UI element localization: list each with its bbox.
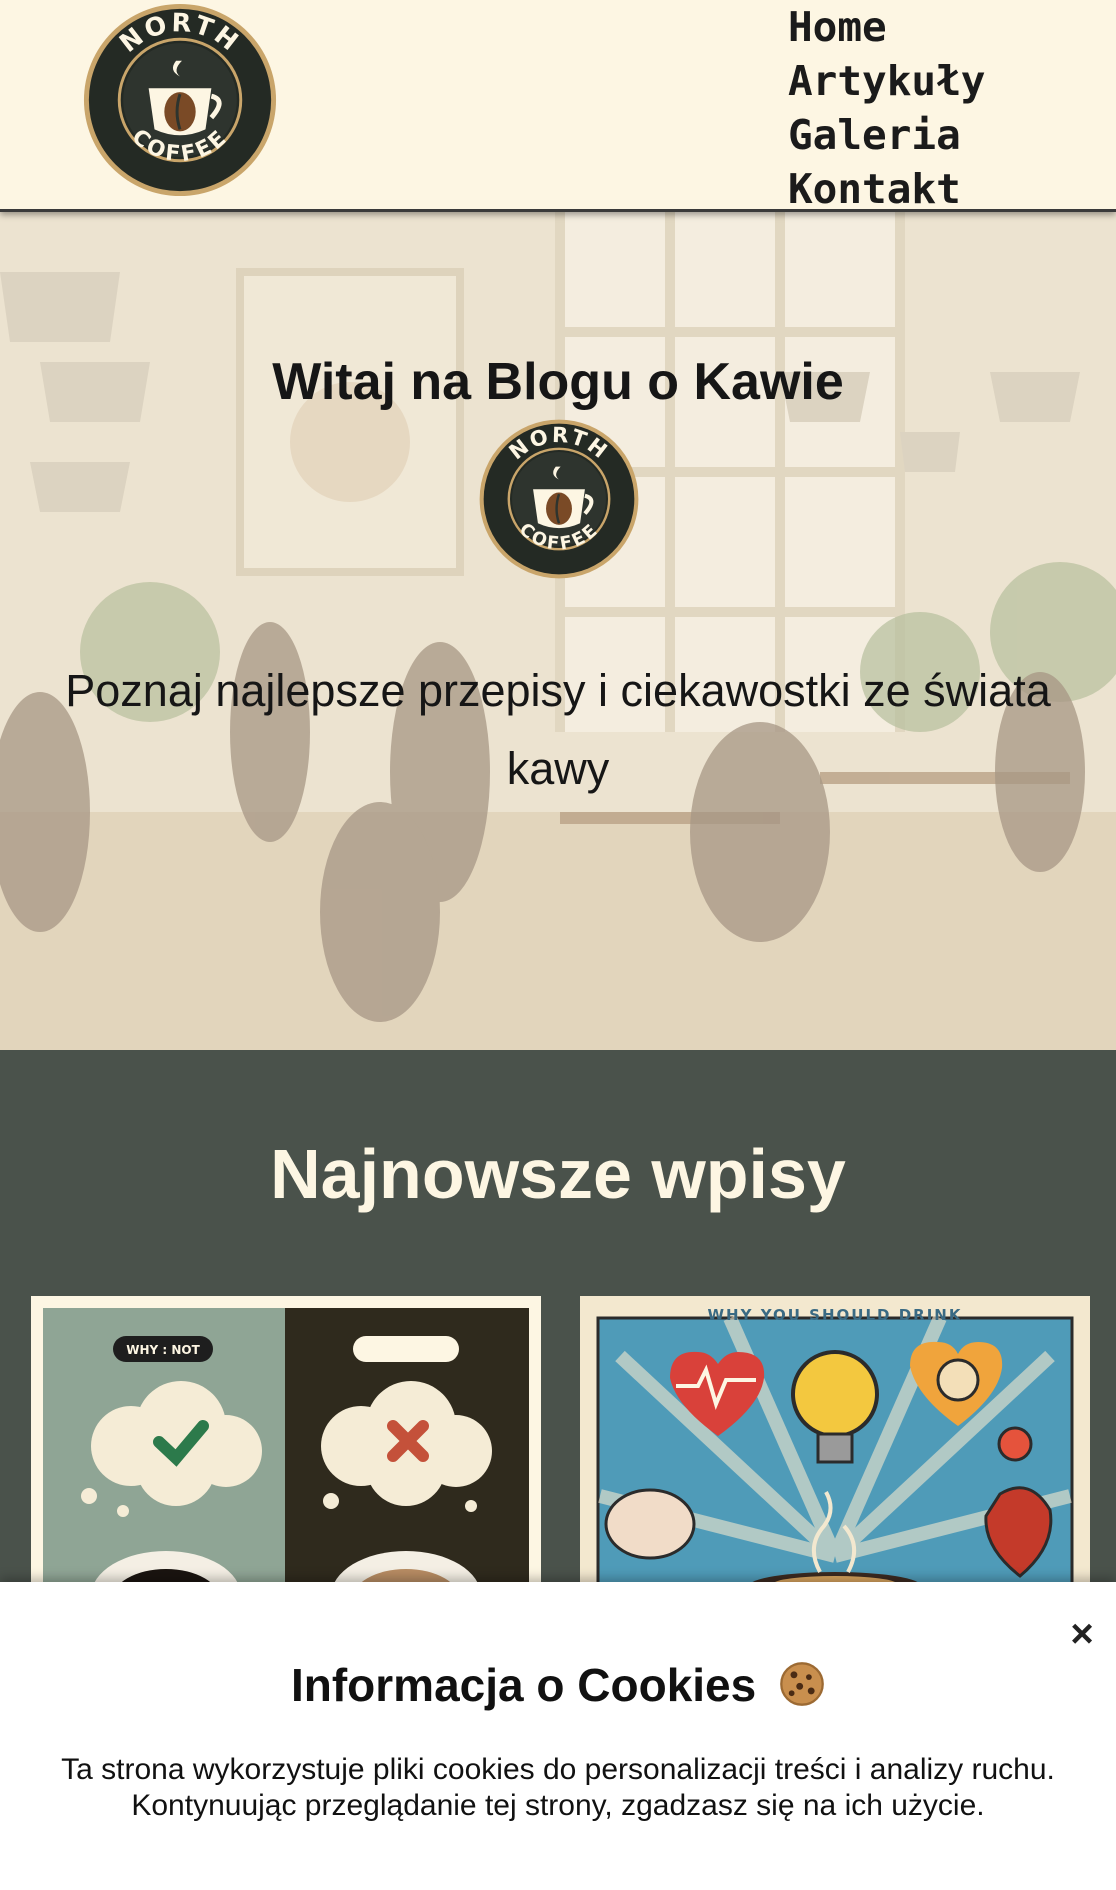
close-icon[interactable]: ×	[1062, 1614, 1102, 1654]
hero-subtitle-line2: kawy	[506, 743, 610, 794]
hero-subtitle: Poznaj najlepsze przepisy i ciekawostki …	[0, 652, 1116, 808]
cookie-icon	[780, 1662, 824, 1706]
north-coffee-logo[interactable]: NORTH COFFEE	[82, 2, 278, 198]
cafe-background-image	[0, 212, 1116, 1050]
hero-subtitle-line1: Poznaj najlepsze przepisy i ciekawostki …	[65, 665, 1051, 716]
post-card-why-drink[interactable]: WHY YOU SHOULD DRINK	[580, 1296, 1090, 1616]
cookie-text: Ta strona wykorzystuje pliki cookies do …	[20, 1752, 1096, 1824]
nav-contact[interactable]: Kontakt	[788, 162, 985, 216]
cookie-title: Informacja o Cookies	[0, 1658, 1116, 1712]
main-nav: Home Artykuły Galeria Kontakt	[788, 0, 985, 216]
cookie-text-line2: Kontynuując przeglądanie tej strony, zga…	[131, 1789, 985, 1822]
hero-section: Witaj na Blogu o Kawie NORTH COFFEE Pozn…	[0, 212, 1116, 1050]
cookie-title-text: Informacja o Cookies	[290, 1659, 757, 1711]
nav-gallery[interactable]: Galeria	[788, 108, 985, 162]
svg-text:WHY : NOT: WHY : NOT	[126, 1343, 200, 1357]
site-header: NORTH COFFEE Home Artykuły Galeria Konta…	[0, 0, 1116, 213]
cookie-text-line1: Ta strona wykorzystuje pliki cookies do …	[61, 1753, 1055, 1786]
hero-title: Witaj na Blogu o Kawie	[272, 353, 844, 411]
post-image-milk: WHY : NOT	[31, 1296, 541, 1616]
latest-posts-title: Najnowsze wpisy	[270, 1135, 846, 1213]
post-image-why-drink: WHY YOU SHOULD DRINK	[580, 1296, 1090, 1616]
nav-home[interactable]: Home	[788, 0, 985, 54]
svg-text:WHY YOU SHOULD DRINK: WHY YOU SHOULD DRINK	[708, 1306, 963, 1324]
post-card-milk[interactable]: WHY : NOT	[31, 1296, 541, 1616]
nav-articles[interactable]: Artykuły	[788, 54, 985, 108]
cookie-banner: × Informacja o Cookies Ta strona wykorzy…	[0, 1582, 1116, 1890]
north-coffee-hero-logo: NORTH COFFEE	[479, 419, 639, 579]
